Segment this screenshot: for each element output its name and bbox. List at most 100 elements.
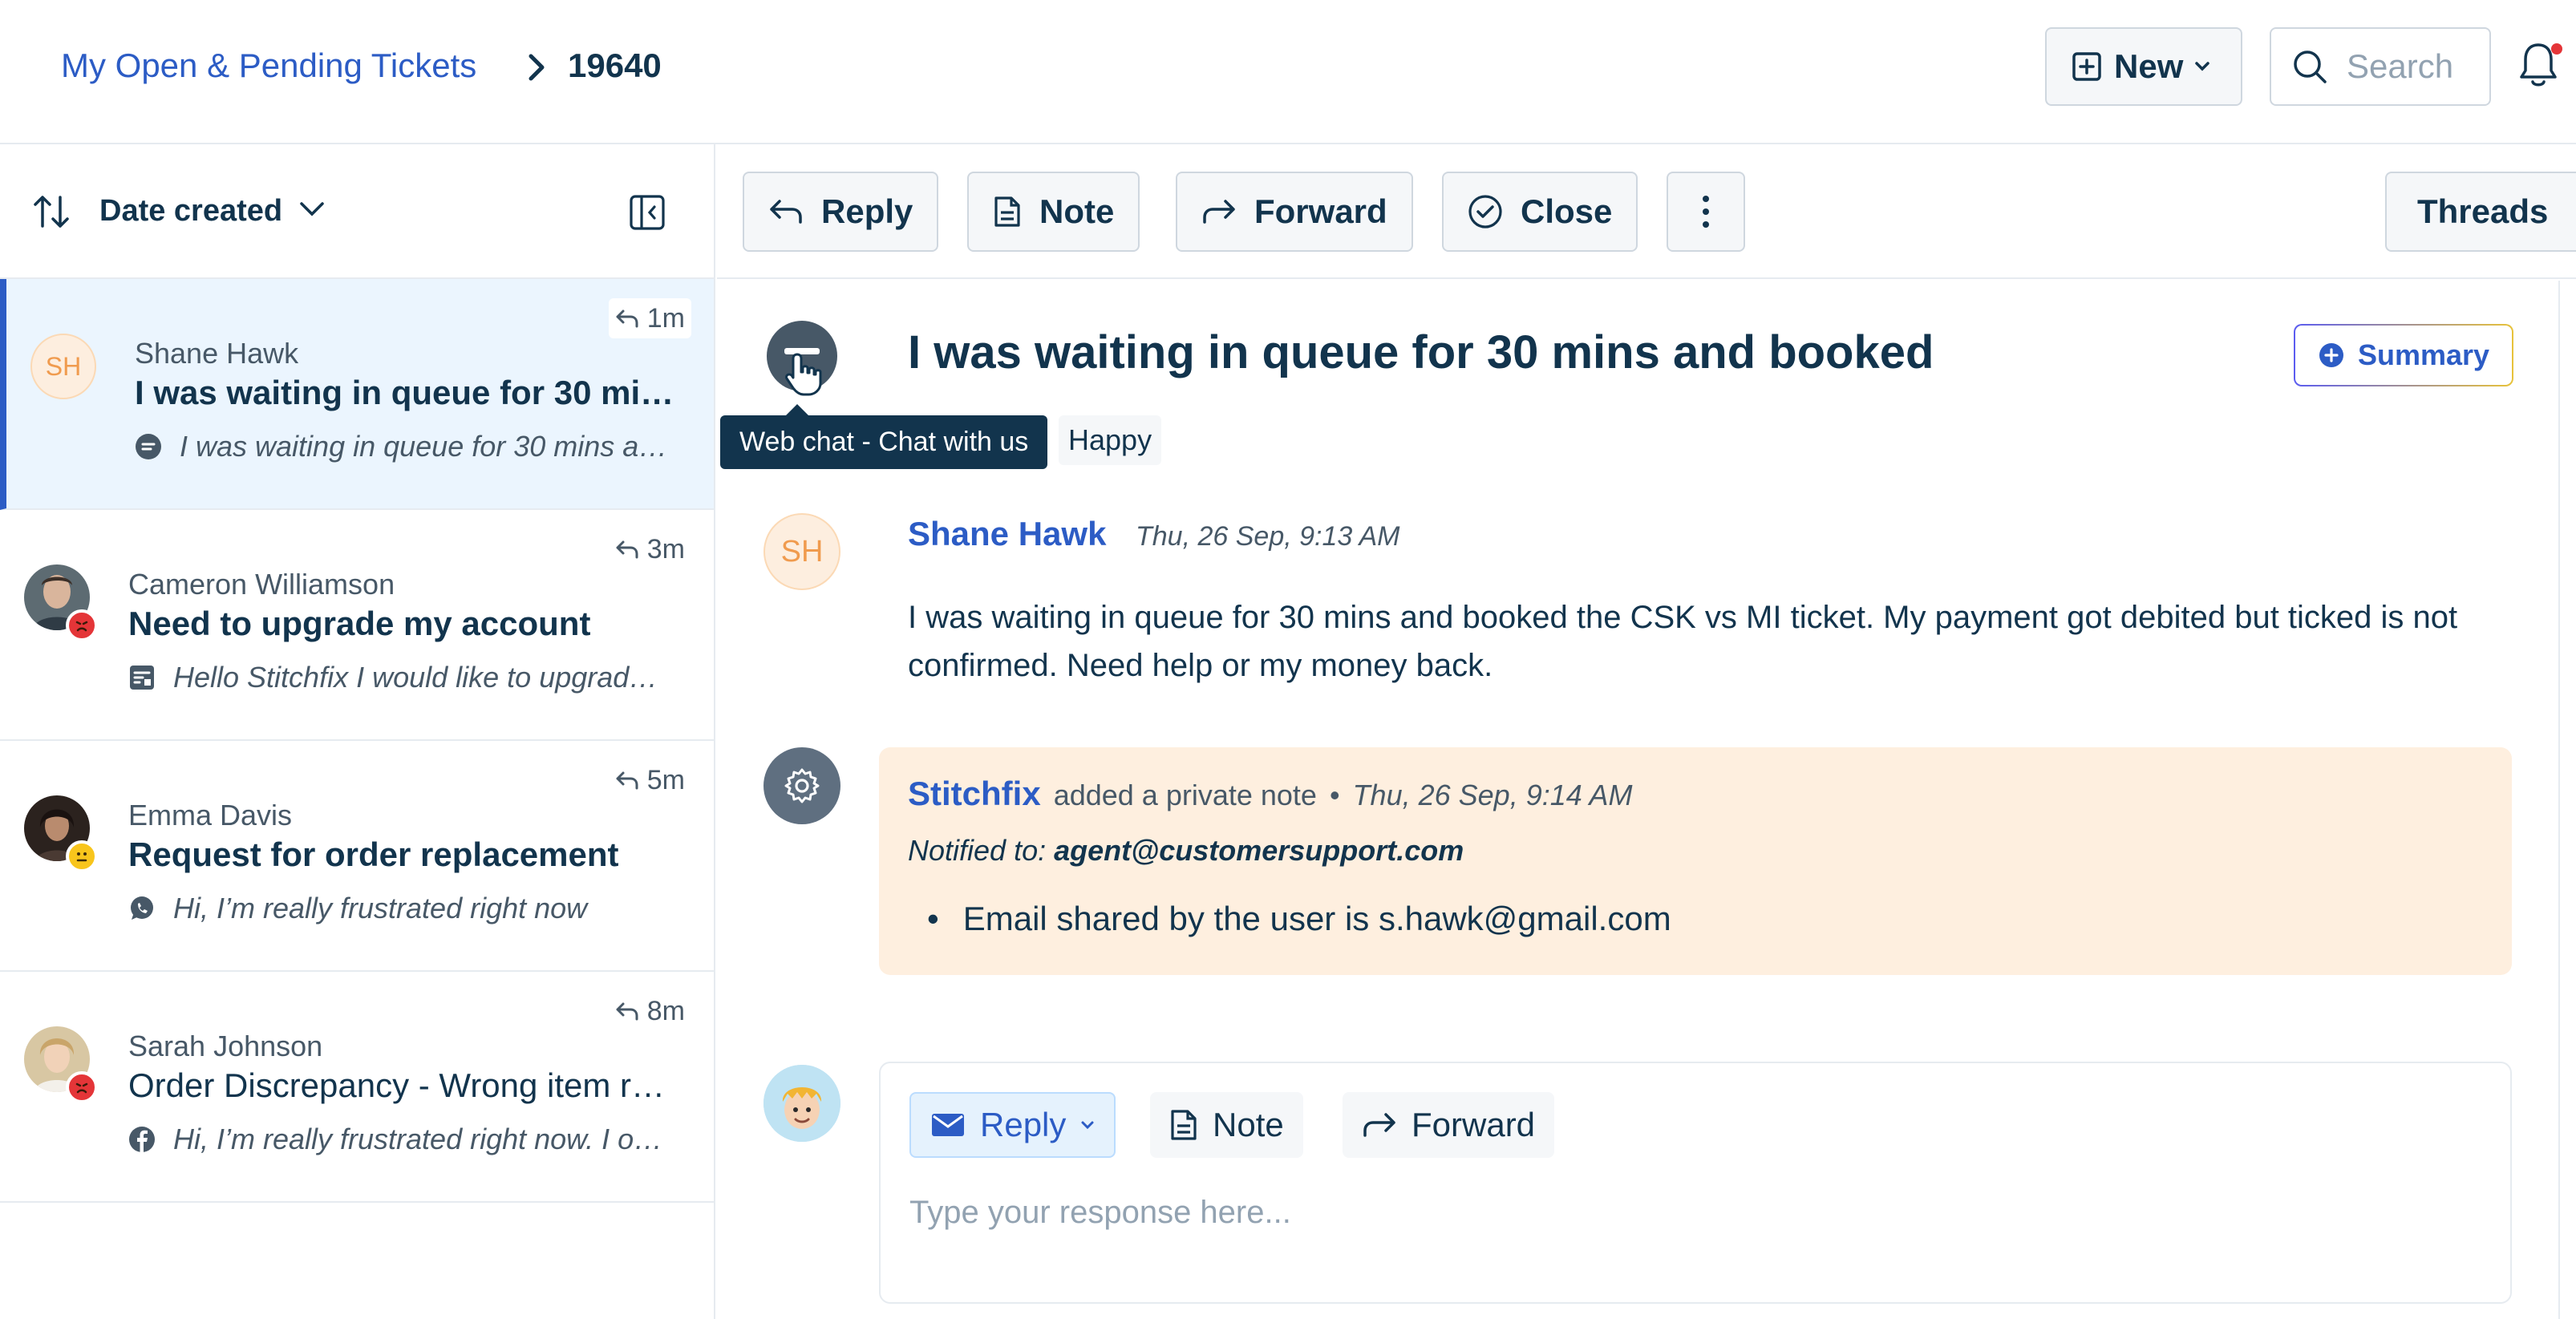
form-icon — [130, 666, 154, 690]
requester-name: Sarah Johnson — [128, 1030, 323, 1062]
more-vertical-icon — [1703, 196, 1709, 228]
time-label: 3m — [646, 533, 685, 564]
note-header: Stitchfix added a private note • Thu, 26… — [908, 775, 1632, 813]
collapse-panel-icon[interactable] — [629, 194, 666, 231]
agent-avatar — [763, 1065, 840, 1142]
ticket-list-panel: Date created SH 1m Shane Hawk I was wait… — [0, 144, 715, 1319]
threads-button[interactable]: Threads — [2385, 172, 2576, 252]
composer-note-tab[interactable]: Note — [1150, 1092, 1303, 1158]
chevron-right-icon — [526, 51, 547, 83]
ticket-preview: Hi, I’m really frustrated right now — [173, 892, 588, 925]
time-label: 1m — [646, 302, 685, 334]
forward-arrow-icon — [1363, 1113, 1395, 1137]
response-input[interactable] — [909, 1195, 2433, 1231]
notified-label: Notified to: — [908, 834, 1047, 867]
reply-arrow-icon — [616, 310, 638, 328]
search-box[interactable] — [2270, 27, 2491, 106]
envelope-icon — [932, 1114, 964, 1136]
ticket-list-item[interactable]: 3m Cameron Williamson Need to upgrade my… — [0, 510, 714, 741]
reply-button[interactable]: Reply — [743, 172, 939, 252]
sort-dropdown[interactable]: Date created — [99, 194, 282, 229]
summary-button[interactable]: Summary — [2294, 324, 2513, 386]
time-label: 8m — [646, 995, 685, 1026]
plus-circle-icon — [2319, 343, 2343, 367]
last-reply-time: 1m — [608, 298, 691, 338]
ticket-preview-row: Hi, I’m really frustrated right now — [128, 892, 674, 925]
private-note-card: Stitchfix added a private note • Thu, 26… — [879, 747, 2512, 975]
bullet-dot: • — [927, 900, 939, 937]
note-timestamp: Thu, 26 Sep, 9:14 AM — [1352, 779, 1633, 811]
requester-name: Emma Davis — [128, 799, 293, 831]
notification-dot — [2551, 43, 2562, 55]
message-timestamp: Thu, 26 Sep, 9:13 AM — [1136, 521, 1400, 552]
search-input[interactable] — [2347, 47, 2475, 86]
last-reply-time: 8m — [609, 991, 691, 1031]
channel-tooltip: Web chat - Chat with us — [720, 415, 1048, 469]
message-body: I was waiting in queue for 30 mins and b… — [908, 600, 2458, 683]
web-chat-icon — [136, 434, 161, 459]
angry-face-icon — [66, 1071, 98, 1103]
note-button[interactable]: Note — [967, 172, 1140, 252]
ticket-preview: Hi, I’m really frustrated right now. I o… — [173, 1123, 670, 1155]
breadcrumb-current: 19640 — [568, 47, 662, 84]
more-options-button[interactable] — [1667, 172, 1745, 252]
note-bullet-text: Email shared by the user is s.hawk@gmail… — [962, 900, 1671, 937]
requester-name: Shane Hawk — [135, 337, 299, 370]
last-reply-time: 5m — [609, 760, 691, 800]
requester-name: Cameron Williamson — [128, 568, 395, 601]
forward-button-label: Forward — [1254, 192, 1387, 230]
sort-arrows-icon[interactable] — [32, 194, 71, 229]
breadcrumb-parent-link[interactable]: My Open & Pending Tickets — [61, 47, 476, 85]
ticket-list-item[interactable]: 5m Emma Davis Request for order replacem… — [0, 741, 714, 972]
reply-button-label: Reply — [821, 192, 913, 230]
threads-button-label: Threads — [2417, 192, 2549, 230]
top-bar: My Open & Pending Tickets 19640 New — [0, 0, 2576, 144]
ticket-list-item[interactable]: 8m Sarah Johnson Order Discrepancy - Wro… — [0, 972, 714, 1203]
composer-reply-label: Reply — [980, 1106, 1067, 1143]
new-button[interactable]: New — [2045, 27, 2242, 106]
search-icon — [2290, 47, 2329, 86]
chevron-down-icon — [1081, 1121, 1094, 1130]
plus-square-icon — [2071, 51, 2103, 83]
chevron-down-icon[interactable] — [298, 200, 326, 218]
reply-arrow-icon — [770, 200, 802, 224]
note-notified: Notified to: agent@customersupport.com — [908, 834, 1464, 868]
ticket-preview: Hello Stitchfix I would like to upgrade … — [173, 661, 670, 694]
note-separator: • — [1329, 779, 1340, 811]
new-button-label: New — [2114, 47, 2184, 85]
note-author[interactable]: Stitchfix — [908, 775, 1041, 813]
ticket-preview-row: Hi, I’m really frustrated right now. I o… — [128, 1123, 674, 1156]
note-action: added a private note — [1053, 779, 1317, 811]
whatsapp-icon — [131, 896, 153, 920]
last-reply-time: 3m — [609, 529, 691, 569]
sentiment-badge: Happy — [1059, 415, 1162, 465]
ticket-subject: Order Discrepancy - Wrong item received — [128, 1066, 674, 1104]
message-author[interactable]: Shane Hawk — [908, 515, 1106, 553]
avatar: SH — [30, 334, 96, 399]
tooltip-arrow — [786, 404, 808, 415]
ticket-preview: I was waiting in queue for 30 mins and b… — [180, 430, 677, 463]
gear-icon — [763, 747, 840, 824]
ticket-subject: Request for order replacement — [128, 836, 619, 873]
facebook-icon — [129, 1127, 155, 1152]
composer-reply-tab[interactable]: Reply — [909, 1092, 1116, 1158]
conversation-scrollbar[interactable] — [2558, 281, 2560, 1319]
hand-cursor-icon — [784, 351, 824, 396]
composer-note-label: Note — [1213, 1106, 1284, 1143]
reply-composer: Reply Note Forward — [879, 1062, 2512, 1304]
check-circle-icon — [1468, 195, 1502, 229]
angry-face-icon — [66, 609, 98, 641]
note-icon — [1171, 1110, 1197, 1140]
forward-arrow-icon — [1203, 200, 1235, 224]
ticket-toolbar: Reply Note Forward Close Threads — [717, 144, 2576, 279]
time-label: 5m — [646, 764, 685, 795]
ticket-list-item[interactable]: SH 1m Shane Hawk I was waiting in queue … — [0, 279, 714, 510]
neutral-face-icon — [66, 840, 98, 872]
composer-forward-tab[interactable]: Forward — [1343, 1092, 1555, 1158]
forward-button[interactable]: Forward — [1176, 172, 1413, 252]
composer-forward-label: Forward — [1412, 1106, 1536, 1143]
reply-arrow-icon — [616, 540, 638, 559]
close-ticket-button[interactable]: Close — [1442, 172, 1638, 252]
ticket-subject: I was waiting in queue for 30 mins and b… — [135, 374, 680, 411]
reply-arrow-icon — [616, 1002, 638, 1021]
